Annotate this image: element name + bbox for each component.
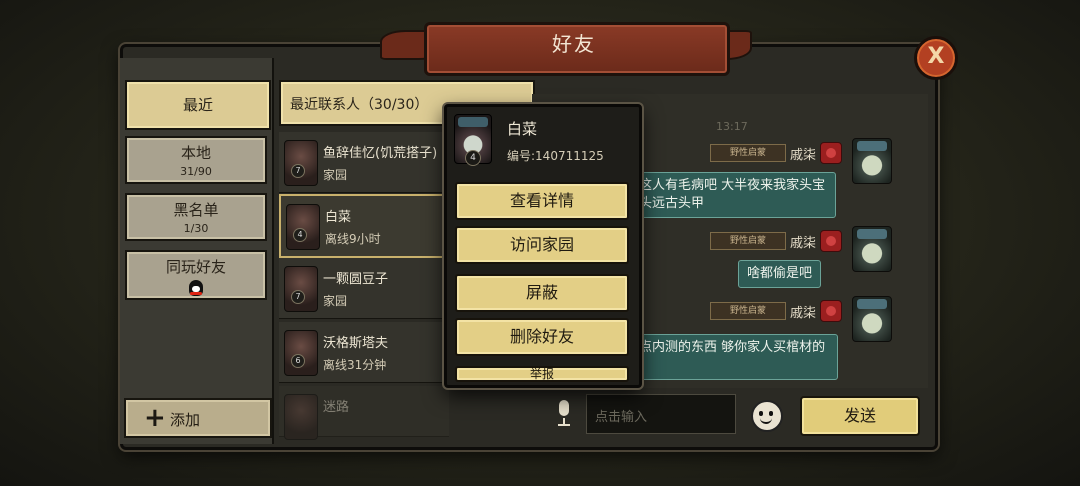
level-badge: 7	[291, 290, 305, 304]
avatar[interactable]	[852, 138, 892, 184]
avatar	[284, 266, 318, 312]
contact-name: 鱼辞佳忆(饥荒搭子)	[323, 146, 438, 161]
contact-row[interactable]: 6 沃格斯塔夫 离线31分钟	[279, 322, 449, 383]
avatar	[284, 140, 318, 186]
tab-label: 本地	[180, 144, 211, 162]
title-tag: 野性启蒙	[710, 232, 786, 250]
plus-icon: +	[144, 403, 166, 433]
tab-label: 同玩好友	[165, 258, 226, 276]
title-tag: 野性启蒙	[710, 144, 786, 162]
header-label: 最近联系人（30/30）	[290, 97, 429, 113]
microphone-icon[interactable]	[556, 400, 572, 426]
level-badge: 4	[465, 150, 481, 166]
chat-bubble: 这人有毛病吧 大半夜来我家头宝头远古头甲	[630, 172, 836, 218]
tab-count: 1/30	[183, 222, 209, 235]
close-button[interactable]: X	[914, 36, 958, 80]
qq-icon	[189, 280, 203, 296]
visit-home-button[interactable]: 访问家园	[455, 226, 629, 264]
contact-name: 白菜	[325, 210, 352, 225]
level-badge: 4	[293, 228, 307, 242]
contact-row-selected[interactable]: 4 白菜 离线9小时	[279, 194, 449, 258]
contact-status: 离线31分钟	[323, 358, 387, 372]
level-badge: 7	[291, 164, 305, 178]
close-icon: X	[927, 44, 945, 69]
contact-name: 沃格斯塔夫	[323, 336, 389, 351]
popup-contact-name: 白菜	[507, 120, 538, 138]
tab-recent[interactable]: 最近	[125, 80, 271, 130]
contact-name: 一颗圆豆子	[323, 272, 389, 287]
contact-row[interactable]: 7 一颗圆豆子 家园	[279, 258, 449, 319]
page-title: 好友	[552, 32, 596, 56]
block-button[interactable]: 屏蔽	[455, 274, 629, 312]
avatar	[286, 204, 320, 250]
contact-row[interactable]: 迷路	[279, 386, 449, 440]
tab-local[interactable]: 本地 31/90	[125, 136, 267, 184]
emoji-icon[interactable]	[751, 400, 783, 432]
tab-blacklist[interactable]: 黑名单 1/30	[125, 193, 267, 241]
add-friend-button[interactable]: + 添加	[124, 398, 272, 438]
sender-name: 戚柒	[790, 306, 817, 321]
avatar	[284, 330, 318, 376]
input-placeholder: 点击输入	[595, 410, 648, 425]
tab-label: 黑名单	[173, 201, 219, 219]
level-badge: 6	[291, 354, 305, 368]
contact-name: 迷路	[323, 400, 350, 415]
tab-coplay-friends[interactable]: 同玩好友	[125, 250, 267, 300]
delete-friend-button[interactable]: 删除好友	[455, 318, 629, 356]
contact-status: 家园	[323, 168, 348, 182]
contact-row[interactable]: 7 鱼辞佳忆(饥荒搭子) 家园	[279, 132, 449, 193]
sender-name: 戚柒	[790, 236, 817, 251]
view-details-button[interactable]: 查看详情	[455, 182, 629, 220]
report-button[interactable]: 举报	[455, 366, 629, 382]
chat-timestamp: 13:17	[716, 120, 748, 133]
popup-contact-id: 编号:140711125	[507, 149, 604, 163]
sender-name: 戚柒	[790, 148, 817, 163]
rank-badge-icon	[820, 300, 842, 322]
chat-input[interactable]: 点击输入	[586, 394, 736, 434]
chat-bubble: 啥都偷是吧	[738, 260, 822, 288]
avatar[interactable]	[852, 296, 892, 342]
contact-status: 家园	[323, 294, 348, 308]
tab-label: 最近	[182, 96, 213, 114]
rank-badge-icon	[820, 230, 842, 252]
chat-bubble: 点内测的东西 够你家人买棺材的	[630, 334, 838, 380]
rank-badge-icon	[820, 142, 842, 164]
add-label: 添加	[170, 411, 201, 429]
avatar[interactable]	[852, 226, 892, 272]
title-tag: 野性启蒙	[710, 302, 786, 320]
avatar	[284, 394, 318, 440]
tab-count: 31/90	[180, 165, 212, 178]
send-button[interactable]: 发送	[800, 396, 920, 436]
contact-status: 离线9小时	[325, 232, 381, 246]
